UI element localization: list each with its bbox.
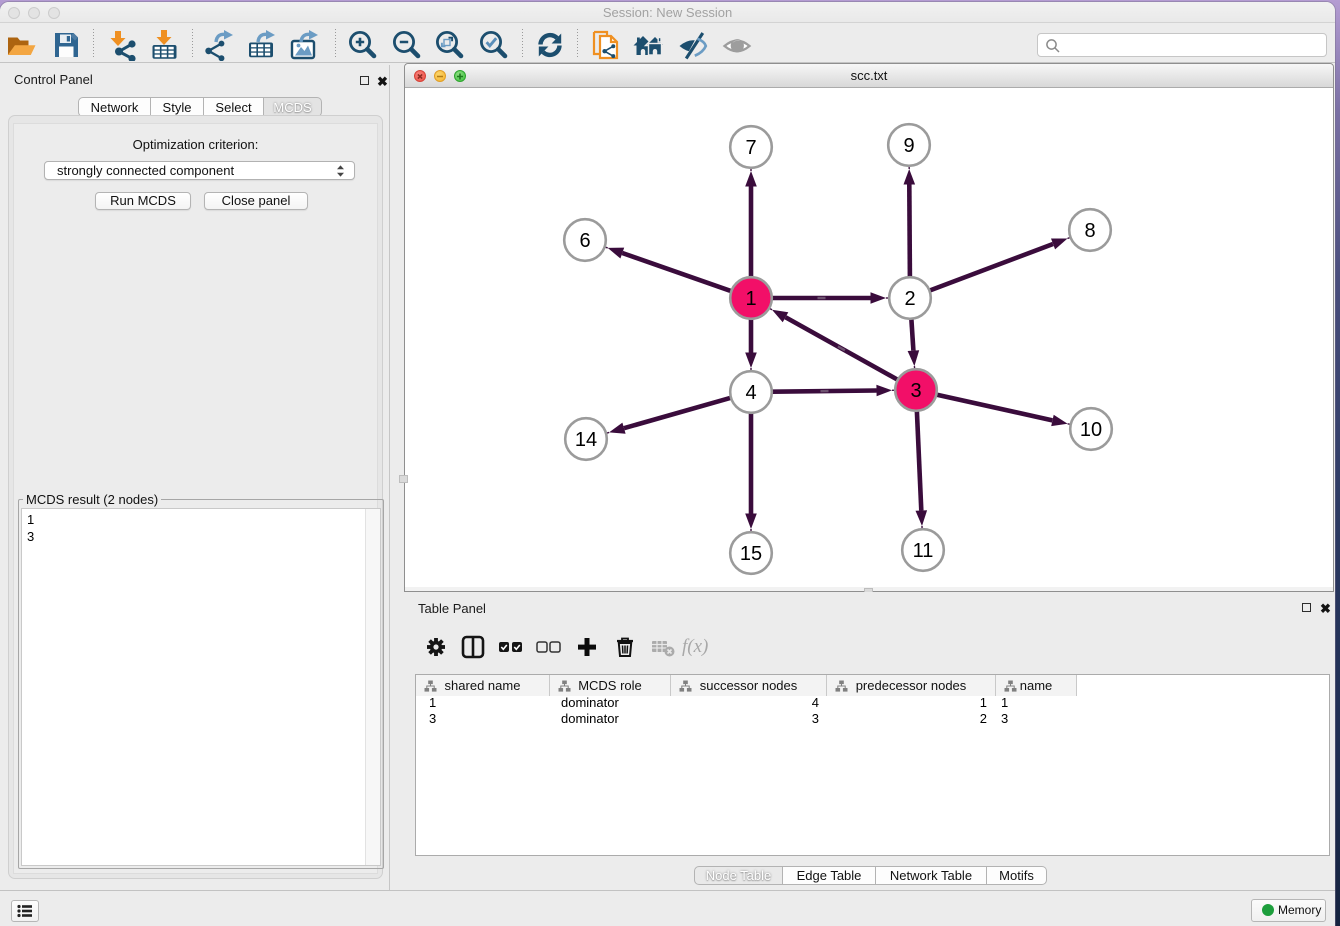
svg-text:7: 7 [745,137,756,159]
svg-text:3: 3 [910,380,921,402]
svg-text:11: 11 [913,540,934,562]
svg-text:14: 14 [575,429,597,451]
svg-text:4: 4 [745,382,756,404]
svg-text:9: 9 [903,135,914,157]
svg-text:15: 15 [740,543,762,565]
svg-text:6: 6 [579,230,590,252]
svg-text:8: 8 [1084,220,1095,242]
svg-text:10: 10 [1080,419,1102,441]
svg-text:2: 2 [904,288,915,310]
svg-text:1: 1 [745,288,756,310]
